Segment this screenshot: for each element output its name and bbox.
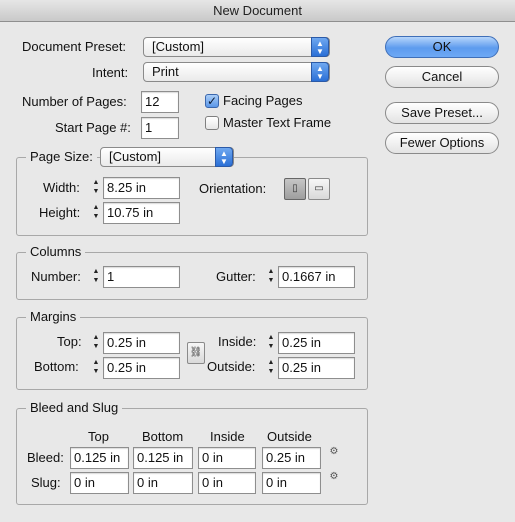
facing-pages-label: Facing Pages — [223, 93, 303, 108]
start-page-label: Start Page #: — [55, 120, 131, 135]
document-preset-label: Document Preset: — [22, 39, 127, 54]
height-field[interactable]: 10.75 in — [103, 202, 180, 224]
page-size-popup[interactable]: [Custom] ▲ ▼ — [100, 147, 234, 167]
number-of-pages-label: Number of Pages: — [22, 94, 127, 109]
bleed-top-field[interactable]: 0.125 in — [70, 447, 129, 469]
master-text-frame-checkbox[interactable] — [205, 116, 219, 130]
height-stepper[interactable]: ▲ ▼ — [90, 203, 102, 223]
margin-outside-field[interactable]: 0.25 in — [278, 357, 355, 379]
margin-bottom-label: Bottom: — [34, 359, 79, 374]
slug-bottom-field[interactable]: 0 in — [133, 472, 193, 494]
bleed-header-bottom: Bottom — [142, 429, 184, 444]
columns-title: Columns — [26, 244, 86, 260]
portrait-orientation-icon[interactable]: ▯ — [284, 178, 306, 200]
slug-outside-field[interactable]: 0 in — [262, 472, 321, 494]
margin-top-stepper[interactable]: ▲ ▼ — [90, 333, 102, 353]
bleed-label: Bleed: — [27, 450, 64, 465]
popup-arrows-icon: ▲ ▼ — [311, 37, 329, 57]
width-stepper[interactable]: ▲ ▼ — [90, 178, 102, 198]
page-size-value: [Custom] — [109, 149, 162, 164]
margin-bottom-stepper[interactable]: ▲ ▼ — [90, 358, 102, 378]
bleed-link-icon[interactable]: ⚙ — [328, 446, 340, 457]
bleed-inside-field[interactable]: 0 in — [198, 447, 256, 469]
margin-bottom-field[interactable]: 0.25 in — [103, 357, 180, 379]
margin-inside-label: Inside: — [218, 334, 257, 349]
intent-popup[interactable]: Print ▲ ▼ — [143, 62, 330, 82]
intent-label: Intent: — [92, 65, 129, 80]
margin-outside-stepper[interactable]: ▲ ▼ — [265, 358, 277, 378]
page-size-label: Page Size: — [26, 149, 97, 165]
intent-value: Print — [152, 64, 179, 79]
bleed-header-outside: Outside — [267, 429, 312, 444]
document-preset-value: [Custom] — [152, 39, 205, 54]
landscape-orientation-icon[interactable]: ▭ — [308, 178, 330, 200]
slug-link-icon[interactable]: ⚙ — [328, 471, 340, 482]
slug-inside-field[interactable]: 0 in — [198, 472, 256, 494]
orientation-label: Orientation: — [199, 181, 267, 196]
slug-top-field[interactable]: 0 in — [70, 472, 129, 494]
facing-pages-checkbox[interactable]: ✓ — [205, 94, 219, 108]
gutter-field[interactable]: 0.1667 in — [278, 266, 355, 288]
margin-top-label: Top: — [57, 334, 82, 349]
margin-inside-stepper[interactable]: ▲ ▼ — [265, 333, 277, 353]
margin-top-field[interactable]: 0.25 in — [103, 332, 180, 354]
ok-button[interactable]: OK — [385, 36, 499, 58]
bleed-outside-field[interactable]: 0.25 in — [262, 447, 321, 469]
width-field[interactable]: 8.25 in — [103, 177, 180, 199]
bleed-header-top: Top — [88, 429, 109, 444]
chain-link-icon[interactable]: ⛓ — [187, 342, 205, 364]
gutter-label: Gutter: — [216, 269, 256, 284]
bleed-header-inside: Inside — [210, 429, 245, 444]
number-of-pages-field[interactable]: 12 — [141, 91, 179, 113]
master-text-frame-label: Master Text Frame — [223, 115, 332, 130]
columns-number-label: Number: — [31, 269, 81, 284]
window-title: New Document — [0, 0, 515, 22]
start-page-field[interactable]: 1 — [141, 117, 179, 139]
columns-number-stepper[interactable]: ▲ ▼ — [90, 267, 102, 287]
margin-outside-label: Outside: — [207, 359, 256, 374]
bleed-slug-title: Bleed and Slug — [26, 400, 123, 416]
height-label: Height: — [39, 205, 81, 220]
fewer-options-button[interactable]: Fewer Options — [385, 132, 499, 154]
document-preset-popup[interactable]: [Custom] ▲ ▼ — [143, 37, 330, 57]
margins-title: Margins — [26, 309, 81, 325]
width-label: Width: — [43, 180, 80, 195]
columns-number-field[interactable]: 1 — [103, 266, 180, 288]
slug-label: Slug: — [31, 475, 61, 490]
popup-arrows-icon: ▲ ▼ — [311, 62, 329, 82]
popup-arrows-icon: ▲ ▼ — [215, 147, 233, 167]
bleed-bottom-field[interactable]: 0.125 in — [133, 447, 193, 469]
margin-inside-field[interactable]: 0.25 in — [278, 332, 355, 354]
gutter-stepper[interactable]: ▲ ▼ — [265, 267, 277, 287]
save-preset-button[interactable]: Save Preset... — [385, 102, 499, 124]
cancel-button[interactable]: Cancel — [385, 66, 499, 88]
